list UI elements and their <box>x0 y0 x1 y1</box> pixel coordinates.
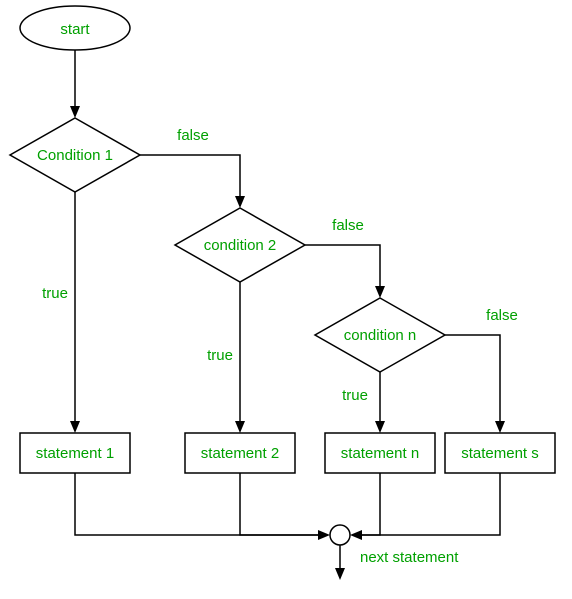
edge-stmt1-merge <box>75 473 322 535</box>
arrow-start-cond1 <box>70 106 80 118</box>
stmt1-label: statement 1 <box>36 445 114 462</box>
arrow-cond1-cond2 <box>235 196 245 208</box>
arrow-merge-next <box>335 568 345 580</box>
edge-stmt2-merge <box>240 473 322 535</box>
arrow-cond1-stmt1 <box>70 421 80 433</box>
cond2-false-label: false <box>332 217 364 234</box>
start-label: start <box>60 21 90 38</box>
arrow-condn-stmtn <box>375 421 385 433</box>
arrow-condn-stmts <box>495 421 505 433</box>
edge-cond1-cond2 <box>140 155 240 200</box>
arrow-cond2-condn <box>375 286 385 298</box>
arrow-cond2-stmt2 <box>235 421 245 433</box>
condn-label: condition n <box>344 327 417 344</box>
cond1-false-label: false <box>177 127 209 144</box>
flowchart-diagram: start Condition 1 false true condition 2… <box>0 0 572 599</box>
stmt2-label: statement 2 <box>201 445 279 462</box>
merge-node <box>330 525 350 545</box>
stmtn-label: statement n <box>341 445 419 462</box>
edge-condn-stmts <box>445 335 500 425</box>
next-label: next statement <box>360 549 459 566</box>
cond2-label: condition 2 <box>204 237 277 254</box>
condn-false-label: false <box>486 307 518 324</box>
condn-true-label: true <box>342 387 368 404</box>
stmts-label: statement s <box>461 445 539 462</box>
cond1-true-label: true <box>42 285 68 302</box>
edge-stmtn-merge <box>358 473 380 535</box>
cond1-label: Condition 1 <box>37 147 113 164</box>
cond2-true-label: true <box>207 347 233 364</box>
edge-cond2-condn <box>305 245 380 290</box>
